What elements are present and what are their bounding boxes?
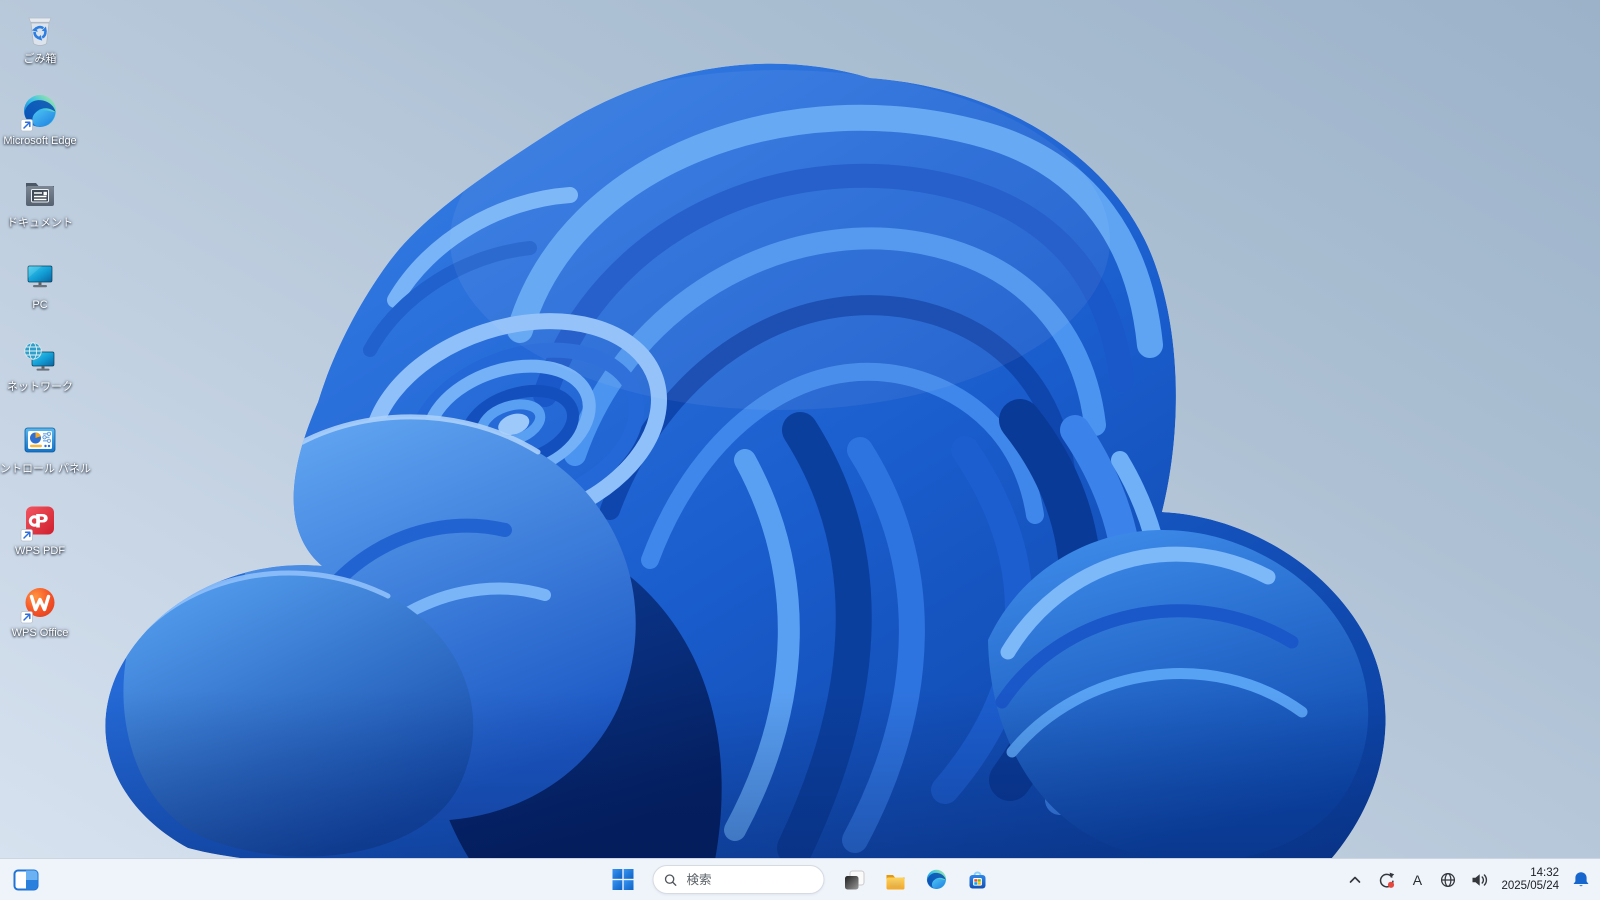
system-tray: A 14:32 2025/05/24 [1344, 859, 1592, 900]
network-button[interactable] [1437, 863, 1459, 897]
wps-pdf-icon: P [20, 506, 54, 542]
windows-start-icon [612, 869, 633, 890]
speaker-icon [1472, 873, 1488, 886]
network-globe-monitor-icon [24, 342, 55, 371]
control-panel-icon [24, 427, 56, 453]
clock-button[interactable]: 14:32 2025/05/24 [1499, 867, 1561, 893]
sync-update-icon [1380, 872, 1395, 888]
bloom-wallpaper-graphic [105, 63, 1386, 866]
update-status-button[interactable] [1375, 863, 1397, 897]
clock-date: 2025/05/24 [1501, 879, 1559, 892]
file-explorer-button[interactable] [879, 863, 913, 897]
search-input[interactable] [684, 871, 814, 888]
shortcut-arrow-overlay [20, 529, 33, 542]
desktop-icon-documents[interactable]: ドキュメント [2, 168, 78, 250]
clock-time: 14:32 [1530, 866, 1559, 879]
desktop-icon-microsoft-edge[interactable]: Microsoft Edge [2, 86, 78, 168]
desktop-icon-label: PC [32, 299, 48, 311]
notifications-button[interactable] [1570, 863, 1592, 897]
file-explorer-icon [886, 874, 905, 889]
documents-folder-icon [26, 183, 54, 206]
recycle-bin-icon [28, 17, 52, 46]
desktop-icon-network[interactable]: ネットワーク [2, 332, 78, 414]
shortcut-arrow-overlay [20, 119, 33, 132]
task-view-icon [845, 870, 865, 889]
search-icon [664, 873, 677, 886]
edge-icon [926, 869, 947, 889]
desktop-icon-label: コントロール パネル [0, 463, 92, 475]
widgets-button[interactable] [9, 863, 43, 897]
desktop-icon-recycle-bin[interactable]: ごみ箱 [2, 4, 78, 86]
taskbar: A 14:32 2025/05/24 [0, 858, 1600, 900]
volume-button[interactable] [1468, 863, 1490, 897]
taskbar-center [606, 859, 995, 900]
pc-monitor-icon [27, 265, 53, 288]
desktop-icon-label: WPS Office [11, 627, 69, 639]
wps-office-icon [20, 588, 55, 624]
tray-overflow-button[interactable] [1344, 863, 1366, 897]
taskbar-search[interactable] [652, 865, 825, 894]
globe-network-icon [1441, 872, 1456, 887]
desktop-icon-label: Microsoft Edge [3, 135, 77, 147]
ime-mode-button[interactable]: A [1406, 863, 1428, 897]
desktop-icon-control-panel[interactable]: コントロール パネル [0, 414, 91, 496]
store-button[interactable] [961, 863, 995, 897]
chevron-up-icon [1350, 876, 1361, 883]
microsoft-store-icon [969, 871, 986, 888]
task-view-button[interactable] [838, 863, 872, 897]
edge-icon [20, 95, 56, 132]
desktop-icon-label: ネットワーク [7, 381, 73, 393]
desktop-icon-label: ごみ箱 [23, 53, 57, 65]
widgets-icon [13, 869, 39, 890]
edge-button[interactable] [920, 863, 954, 897]
svg-text:P: P [35, 511, 49, 533]
bell-icon [1573, 871, 1589, 886]
desktop-icon-wps-pdf[interactable]: P WPS PDF [2, 496, 78, 578]
desktop-icon-label: ドキュメント [7, 217, 73, 229]
desktop-icon-wps-office[interactable]: WPS Office [2, 578, 78, 660]
desktop-icon-grid: ごみ箱 Microsoft Edge ドキュメント PC ネットワーク ントロー… [0, 4, 91, 660]
desktop-screen: ごみ箱 Microsoft Edge ドキュメント PC ネットワーク ントロー… [0, 0, 1600, 900]
start-button[interactable] [606, 863, 640, 897]
shortcut-arrow-overlay [20, 611, 33, 624]
desktop-icon-pc[interactable]: PC [2, 250, 78, 332]
desktop-icon-label: WPS PDF [14, 545, 66, 557]
